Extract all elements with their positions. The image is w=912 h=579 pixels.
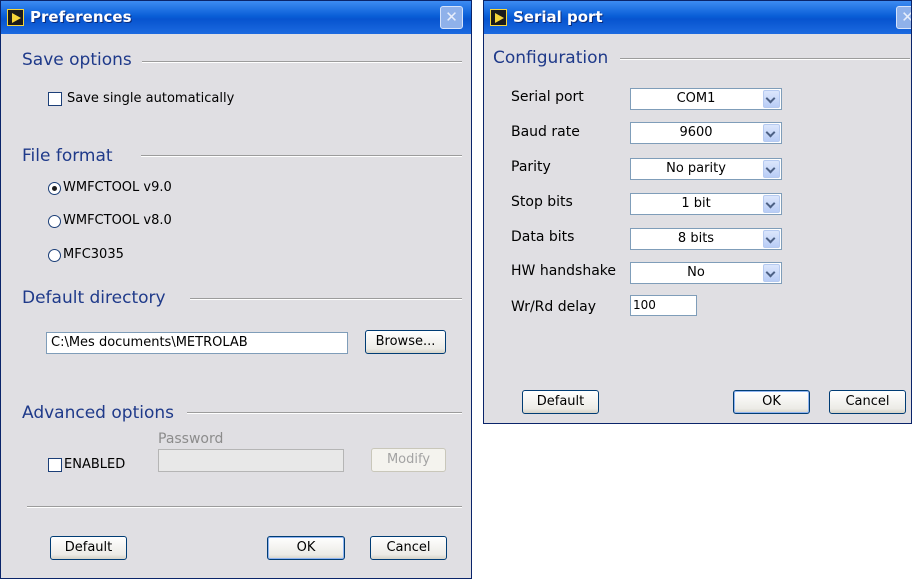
serial-port-titlebar[interactable]: Serial port ✕ [484,1,911,34]
preferences-titlebar[interactable]: Preferences ✕ [1,1,471,34]
preferences-dialog: Preferences ✕ Save options Save single a… [0,0,472,579]
advanced-options-heading: Advanced options [22,403,174,423]
hw-handshake-label: HW handshake [511,263,616,279]
chevron-down-icon[interactable] [763,90,780,108]
baud-rate-select[interactable]: 9600 [630,122,782,144]
save-single-label: Save single automatically [67,91,235,106]
parity-select[interactable]: No parity [630,158,782,180]
preferences-title: Preferences [30,8,132,26]
wr-rd-delay-field[interactable]: 100 [630,295,697,316]
format-radio-v8[interactable] [48,215,61,228]
format-label-mfc3035: MFC3035 [63,247,124,262]
format-label-v9: WMFCTOOL v9.0 [63,180,172,195]
save-options-heading: Save options [22,50,132,70]
close-icon[interactable]: ✕ [440,6,463,29]
configuration-divider [620,58,910,60]
close-icon[interactable]: ✕ [896,6,911,29]
baud-rate-label: Baud rate [511,124,580,140]
ok-button[interactable]: OK [267,536,345,560]
stop-bits-label: Stop bits [511,194,573,210]
wr-rd-delay-label: Wr/Rd delay [511,299,597,315]
configuration-heading: Configuration [493,48,609,68]
modify-button[interactable]: Modify [371,448,446,472]
labview-app-icon [7,9,24,26]
default-directory-heading: Default directory [22,288,166,308]
default-button[interactable]: Default [50,536,127,560]
save-single-checkbox[interactable] [48,92,62,106]
cancel-button[interactable]: Cancel [370,536,447,560]
default-directory-divider [190,298,462,300]
parity-value: No parity [666,161,726,176]
chevron-down-icon[interactable] [763,124,780,142]
password-label: Password [158,431,224,447]
format-radio-v9[interactable] [48,182,61,195]
save-options-divider [142,61,462,63]
serial-cancel-button[interactable]: Cancel [829,390,906,414]
chevron-down-icon[interactable] [763,230,780,248]
hw-handshake-select[interactable]: No [630,262,782,284]
serial-port-label: Serial port [511,89,584,105]
chevron-down-icon[interactable] [763,264,780,282]
serial-default-button[interactable]: Default [522,390,599,414]
password-field[interactable] [158,449,344,472]
enabled-label: ENABLED [64,457,126,472]
data-bits-label: Data bits [511,229,575,245]
data-bits-select[interactable]: 8 bits [630,228,782,250]
file-format-divider [141,155,462,157]
serial-port-value: COM1 [676,91,716,106]
bottom-divider [27,506,462,508]
serial-port-select[interactable]: COM1 [630,88,782,110]
stop-bits-value: 1 bit [681,196,711,211]
baud-rate-value: 9600 [679,125,713,140]
advanced-options-divider [187,412,462,414]
chevron-down-icon[interactable] [763,160,780,178]
chevron-down-icon[interactable] [763,195,780,213]
parity-label: Parity [511,159,551,175]
directory-path-field[interactable]: C:\Mes documents\METROLAB [46,332,348,354]
file-format-heading: File format [22,146,113,166]
enabled-checkbox[interactable] [48,458,62,472]
data-bits-value: 8 bits [677,231,715,246]
labview-app-icon [490,9,507,26]
hw-handshake-value: No [687,265,705,280]
format-label-v8: WMFCTOOL v8.0 [63,213,172,228]
serial-port-title: Serial port [513,8,603,26]
format-radio-mfc3035[interactable] [48,249,61,262]
serial-ok-button[interactable]: OK [733,390,810,414]
stop-bits-select[interactable]: 1 bit [630,193,782,215]
browse-button[interactable]: Browse... [365,330,446,354]
serial-port-dialog: Serial port ✕ Configuration Serial port … [483,0,912,424]
